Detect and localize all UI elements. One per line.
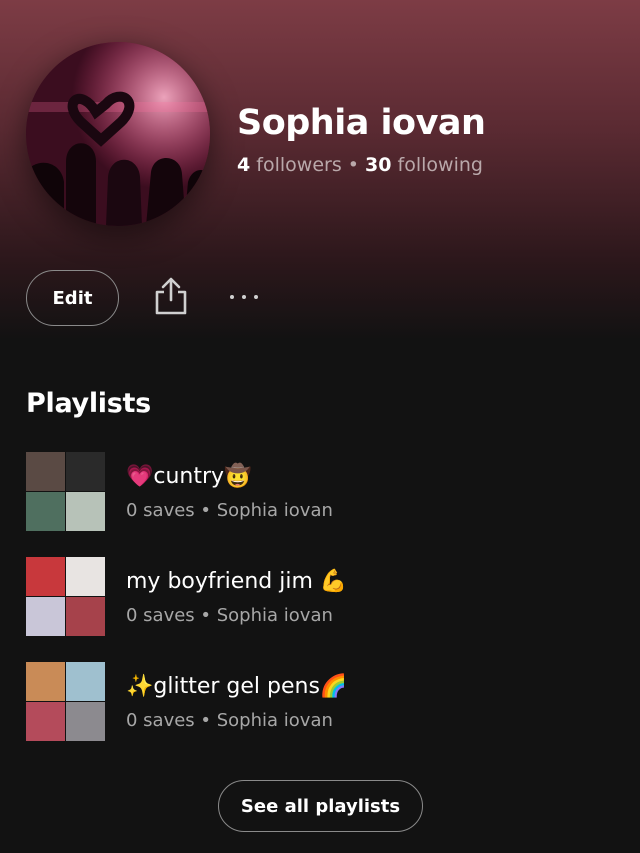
cover-tile [66, 661, 105, 701]
playlist-title: 💗cuntry🤠 [126, 463, 252, 489]
edit-profile-button[interactable]: Edit [26, 270, 119, 326]
following-label[interactable]: following [398, 154, 483, 176]
stats-separator: • [347, 154, 359, 176]
share-icon [155, 277, 187, 315]
playlist-title: my boyfriend jim 💪 [126, 568, 348, 594]
share-button[interactable] [152, 276, 190, 316]
more-dot [230, 295, 234, 299]
playlist-title: ✨glitter gel pens🌈 [126, 673, 348, 699]
playlist-subtitle: 0 saves • Sophia iovan [126, 499, 333, 521]
followers-label[interactable]: followers [256, 154, 341, 176]
cover-tile [66, 451, 105, 491]
playlist-subtitle: 0 saves • Sophia iovan [126, 604, 333, 626]
followers-count[interactable]: 4 [237, 154, 250, 176]
playlist-cover [26, 661, 105, 741]
section-title-playlists: Playlists [26, 388, 151, 419]
playlist-cover [26, 451, 105, 531]
concert-photo [26, 42, 210, 226]
cover-tile [66, 491, 105, 531]
playlist-item[interactable]: 💗cuntry🤠 0 saves • Sophia iovan [26, 451, 616, 531]
playlist-item[interactable]: my boyfriend jim 💪 0 saves • Sophia iova… [26, 556, 616, 636]
cover-tile [26, 451, 65, 491]
following-count[interactable]: 30 [365, 154, 391, 176]
cover-tile [26, 556, 65, 596]
cover-tile [26, 491, 65, 531]
more-dot [254, 295, 258, 299]
cover-tile [66, 556, 105, 596]
cover-tile [26, 596, 65, 636]
more-dot [242, 295, 246, 299]
playlist-item[interactable]: ✨glitter gel pens🌈 0 saves • Sophia iova… [26, 661, 616, 741]
playlist-cover [26, 556, 105, 636]
follow-stats: 4 followers • 30 following [237, 154, 483, 176]
cover-tile [66, 701, 105, 741]
cover-tile [26, 701, 65, 741]
profile-name: Sophia iovan [237, 103, 486, 143]
cover-tile [66, 596, 105, 636]
see-all-playlists-button[interactable]: See all playlists [218, 780, 423, 832]
playlist-subtitle: 0 saves • Sophia iovan [126, 709, 333, 731]
profile-avatar[interactable] [26, 42, 210, 226]
more-options-button[interactable] [222, 284, 266, 310]
cover-tile [26, 661, 65, 701]
